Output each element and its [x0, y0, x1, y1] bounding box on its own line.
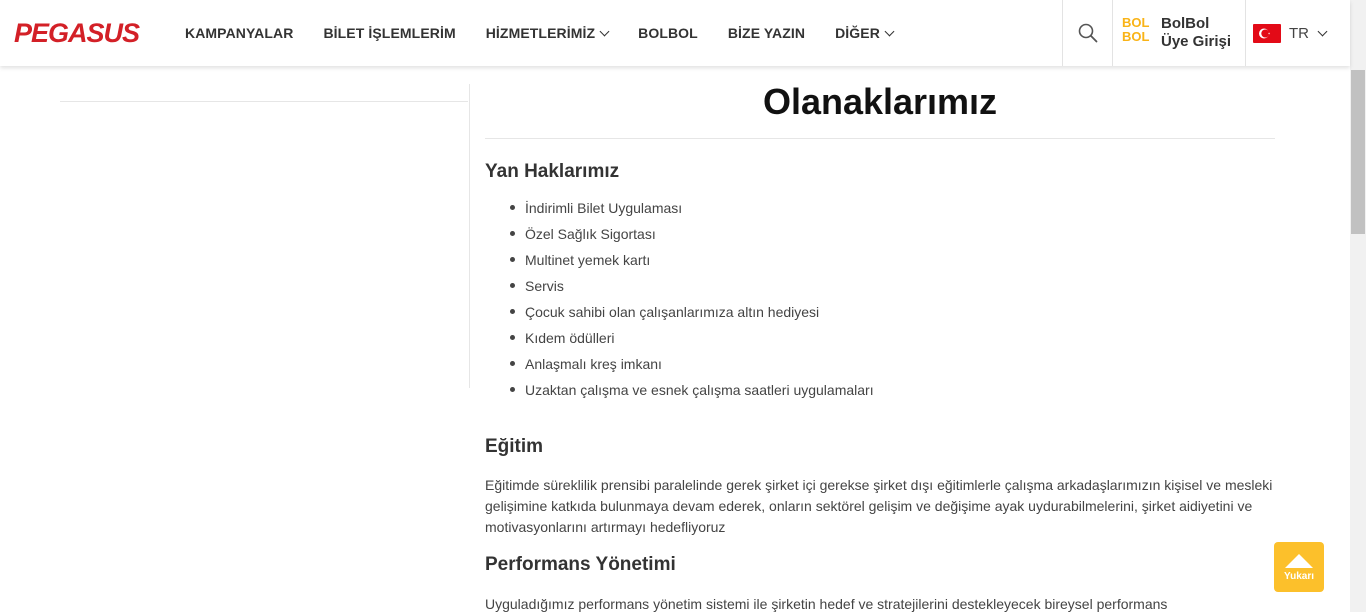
turkey-flag-icon	[1253, 23, 1281, 43]
bolbol-logo: BOL BOL	[1122, 16, 1156, 50]
search-button[interactable]	[1062, 0, 1112, 66]
language-code: TR	[1289, 24, 1309, 42]
pegasus-logo[interactable]: PEGASUS	[14, 18, 140, 48]
nav-item-bilet-islemlerim[interactable]: BİLET İŞLEMLERİM	[323, 25, 455, 41]
list-item: Çocuk sahibi olan çalışanlarımıza altın …	[510, 302, 874, 328]
nav-label: DİĞER	[835, 25, 880, 41]
main-nav: KAMPANYALAR BİLET İŞLEMLERİM HİZMETLERİM…	[185, 0, 923, 66]
title-divider	[485, 138, 1275, 139]
education-text: Eğitimde süreklilik prensibi paralelinde…	[485, 477, 1273, 535]
bolbol-line1: BolBol	[1161, 15, 1210, 32]
main-content: Olanaklarımız Yan Haklarımız İndirimli B…	[485, 66, 1275, 612]
sidebar-divider	[60, 101, 468, 102]
nav-label: HİZMETLERİMİZ	[485, 25, 596, 41]
list-item: İndirimli Bilet Uygulaması	[510, 198, 874, 224]
performance-heading: Performans Yönetimi	[485, 554, 676, 575]
bolbol-logo-bottom: BOL	[1122, 29, 1150, 44]
nav-item-bolbol[interactable]: BOLBOL	[638, 25, 698, 41]
list-item: Özel Sağlık Sigortası	[510, 224, 874, 250]
nav-label: BİLET İŞLEMLERİM	[323, 25, 456, 41]
list-item: Uzaktan çalışma ve esnek çalışma saatler…	[510, 380, 874, 406]
language-selector[interactable]: TR	[1253, 0, 1328, 66]
scrollbar-thumb[interactable]	[1351, 70, 1365, 234]
site-header: PEGASUS KAMPANYALAR BİLET İŞLEMLERİM HİZ…	[0, 0, 1350, 66]
arrow-up-icon	[1285, 554, 1313, 568]
nav-item-diger[interactable]: DİĞER	[835, 25, 895, 41]
nav-item-kampanyalar[interactable]: KAMPANYALAR	[185, 25, 293, 41]
list-item: Multinet yemek kartı	[510, 250, 874, 276]
performance-text: Uyguladığımız performans yönetim sistemi…	[485, 596, 1168, 612]
nav-item-bize-yazin[interactable]: BİZE YAZIN	[728, 25, 805, 41]
bolbol-login-label: BolBol Üye Girişi	[1161, 15, 1231, 51]
chevron-down-icon	[884, 26, 895, 36]
nav-label: KAMPANYALAR	[185, 25, 294, 41]
bolbol-logo-top: BOL	[1122, 15, 1150, 30]
list-item: Servis	[510, 276, 874, 302]
chevron-down-icon	[1317, 26, 1328, 36]
page-title: Olanaklarımız	[762, 81, 998, 122]
list-item: Kıdem ödülleri	[510, 328, 874, 354]
list-item: Anlaşmalı kreş imkanı	[510, 354, 874, 380]
chevron-down-icon	[599, 26, 610, 36]
logo-text: PEGASUS	[14, 18, 140, 48]
search-icon	[1078, 23, 1097, 43]
nav-item-hizmetlerimiz[interactable]: HİZMETLERİMİZ	[485, 25, 610, 41]
back-to-top-button[interactable]: Yukarı	[1274, 542, 1324, 592]
education-heading: Eğitim	[485, 436, 544, 457]
nav-label: BOLBOL	[638, 25, 698, 41]
perks-list: İndirimli Bilet Uygulaması Özel Sağlık S…	[510, 198, 874, 406]
sidebar-border	[469, 84, 470, 388]
bolbol-line2: Üye Girişi	[1161, 33, 1232, 50]
bolbol-login-button[interactable]: BOL BOL BolBol Üye Girişi	[1112, 0, 1246, 66]
back-to-top-label: Yukarı	[1283, 571, 1315, 582]
perks-heading: Yan Haklarımız	[485, 161, 620, 182]
nav-label: BİZE YAZIN	[727, 25, 806, 41]
